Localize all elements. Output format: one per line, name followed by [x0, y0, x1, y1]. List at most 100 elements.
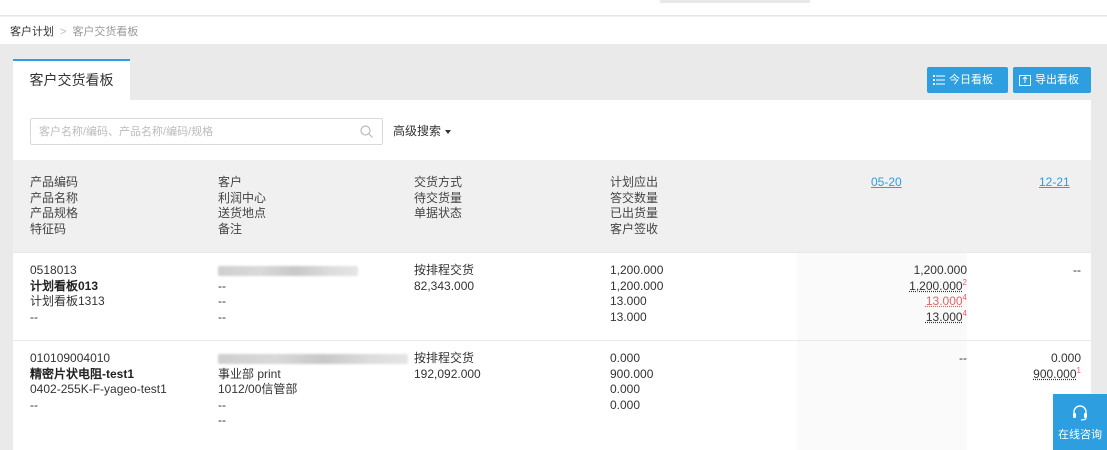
- product-code: 0518013: [30, 263, 77, 277]
- answered-qty: 1,200.000: [610, 278, 664, 293]
- list-icon: [933, 75, 945, 85]
- planned-qty: 0.000: [610, 351, 641, 365]
- pending-qty: 192,092.000: [414, 366, 481, 381]
- cell-delivery: 按排程交货 82,343.000: [414, 263, 474, 294]
- date-value: --: [959, 351, 967, 365]
- header-shipped: 已出货量: [610, 206, 659, 220]
- today-board-button[interactable]: 今日看板: [927, 67, 1008, 93]
- cell-customer: -- -- --: [218, 263, 358, 325]
- tab-delivery-board[interactable]: 客户交货看板: [13, 59, 130, 100]
- export-board-label: 导出看板: [1035, 74, 1079, 86]
- board-panel: 客户交货看板 今日看板 导出看板 高级搜索 产品编码 产品名称 产品规格 特征: [10, 59, 1091, 450]
- tab-bar: 客户交货看板 今日看板 导出看板: [10, 59, 1091, 100]
- breadcrumb-root[interactable]: 客户计划: [10, 26, 54, 38]
- header-delivery-mode: 交货方式: [414, 175, 463, 189]
- header-customer: 客户: [218, 175, 243, 189]
- online-consult-label: 在线咨询: [1058, 429, 1102, 441]
- export-board-button[interactable]: 导出看板: [1013, 67, 1091, 93]
- table-row[interactable]: 010109004010 精密片状电阻-test1 0402-255K-F-ya…: [13, 340, 1091, 450]
- header-product-name: 产品名称: [30, 190, 79, 205]
- header-col-customer: 客户 利润中心 送货地点 备注: [218, 175, 266, 237]
- cell-customer: 事业部 print 1012/00信管部 -- --: [218, 351, 408, 429]
- content-area: 客户交货看板 今日看板 导出看板 高级搜索 产品编码 产品名称 产品规格 特征: [0, 44, 1107, 450]
- top-strip: [0, 0, 1107, 16]
- date-cell-12-21: --: [1013, 263, 1081, 279]
- header-col-product: 产品编码 产品名称 产品规格 特征码: [30, 175, 78, 237]
- headset-icon: [1073, 405, 1087, 421]
- header-product-code: 产品编码: [30, 175, 79, 189]
- search-icon[interactable]: [360, 125, 373, 138]
- header-col-quantities: 计划应出 答交数量 已出货量 客户签收: [610, 175, 658, 237]
- cell-quantities: 0.000 900.000 0.000 0.000: [610, 351, 653, 413]
- shipped-qty: 0.000: [610, 382, 641, 396]
- feature-code: --: [30, 309, 38, 324]
- search-box: [30, 118, 383, 145]
- header-answered: 答交数量: [610, 190, 659, 205]
- cell-product: 010109004010 精密片状电阻-test1 0402-255K-F-ya…: [30, 351, 167, 413]
- search-input[interactable]: [31, 119, 351, 144]
- header-feature-code: 特征码: [30, 221, 67, 236]
- date-value-link[interactable]: 1,200.000: [909, 279, 962, 293]
- date-value-link[interactable]: 900.000: [1033, 367, 1076, 381]
- date-value: --: [1073, 263, 1081, 277]
- pending-qty: 82,343.000: [414, 278, 475, 293]
- breadcrumb: 客户计划 > 客户交货看板: [0, 17, 1107, 44]
- delivery-location: --: [218, 294, 226, 308]
- product-name: 计划看板013: [30, 278, 99, 293]
- shipped-qty: 13.000: [610, 294, 647, 308]
- cell-quantities: 1,200.000 1,200.000 13.000 13.000: [610, 263, 663, 325]
- date-value-link[interactable]: 13.000: [926, 294, 963, 308]
- online-consult-button[interactable]: 在线咨询: [1053, 394, 1107, 450]
- date-cell-05-20: 1,200.000 1,200.0002 13.0004 13.0004: [867, 263, 967, 325]
- date-value: 1,200.000: [913, 263, 967, 277]
- header-profit-center: 利润中心: [218, 190, 267, 205]
- product-name: 精密片状电阻-test1: [30, 366, 135, 381]
- product-spec: 0402-255K-F-yageo-test1: [30, 382, 167, 396]
- top-strip-segment: [660, 0, 810, 3]
- planned-qty: 1,200.000: [610, 263, 664, 277]
- signed-qty: 0.000: [610, 397, 641, 412]
- delivery-mode: 按排程交货: [414, 351, 475, 365]
- date-column-link[interactable]: 05-20: [871, 175, 902, 189]
- remark: --: [218, 397, 226, 412]
- delivery-location: 1012/00信管部: [218, 382, 298, 396]
- caret-down-icon: [445, 129, 452, 134]
- date-cell-12-21: 0.000 900.0001: [1003, 351, 1081, 382]
- count-badge: 4: [962, 293, 967, 302]
- header-product-spec: 产品规格: [30, 206, 79, 220]
- header-remark: 备注: [218, 221, 243, 236]
- cell-delivery: 按排程交货 192,092.000: [414, 351, 481, 382]
- remark-extra: --: [218, 413, 226, 427]
- customer-name-redacted: [218, 351, 408, 367]
- header-delivery-location: 送货地点: [218, 206, 267, 220]
- header-signed: 客户签收: [610, 221, 659, 236]
- count-badge: 4: [962, 308, 967, 318]
- advanced-search-toggle[interactable]: 高级搜索: [393, 122, 452, 139]
- breadcrumb-current: 客户交货看板: [72, 26, 139, 38]
- answered-qty: 900.000: [610, 366, 654, 381]
- profit-center: 事业部 print: [218, 366, 281, 381]
- today-board-label: 今日看板: [949, 74, 993, 86]
- customer-name-redacted: [218, 263, 358, 279]
- date-value-link[interactable]: 13.000: [926, 310, 963, 324]
- header-pending-qty: 待交货量: [414, 190, 463, 205]
- remark: --: [218, 309, 226, 324]
- signed-qty: 13.000: [610, 309, 647, 324]
- table-row[interactable]: 0518013 计划看板013 计划看板1313 -- -- -- -- 按排程…: [13, 252, 1091, 340]
- date-cell-05-20: --: [867, 351, 967, 367]
- export-icon: [1019, 75, 1031, 86]
- product-spec: 计划看板1313: [30, 294, 105, 308]
- header-col-delivery: 交货方式 待交货量 单据状态: [414, 175, 462, 222]
- feature-code: --: [30, 397, 38, 412]
- date-value: 0.000: [1050, 351, 1081, 365]
- profit-center: --: [218, 278, 226, 293]
- table-header: 产品编码 产品名称 产品规格 特征码 客户 利润中心 送货地点 备注 交货方式 …: [13, 160, 1091, 252]
- breadcrumb-separator: >: [60, 26, 67, 38]
- count-badge: 2: [962, 277, 967, 287]
- product-code: 010109004010: [30, 351, 111, 365]
- delivery-mode: 按排程交货: [414, 263, 475, 277]
- header-planned: 计划应出: [610, 175, 659, 189]
- advanced-search-label: 高级搜索: [393, 124, 442, 138]
- date-column-link[interactable]: 12-21: [1039, 175, 1070, 189]
- header-doc-status: 单据状态: [414, 206, 463, 220]
